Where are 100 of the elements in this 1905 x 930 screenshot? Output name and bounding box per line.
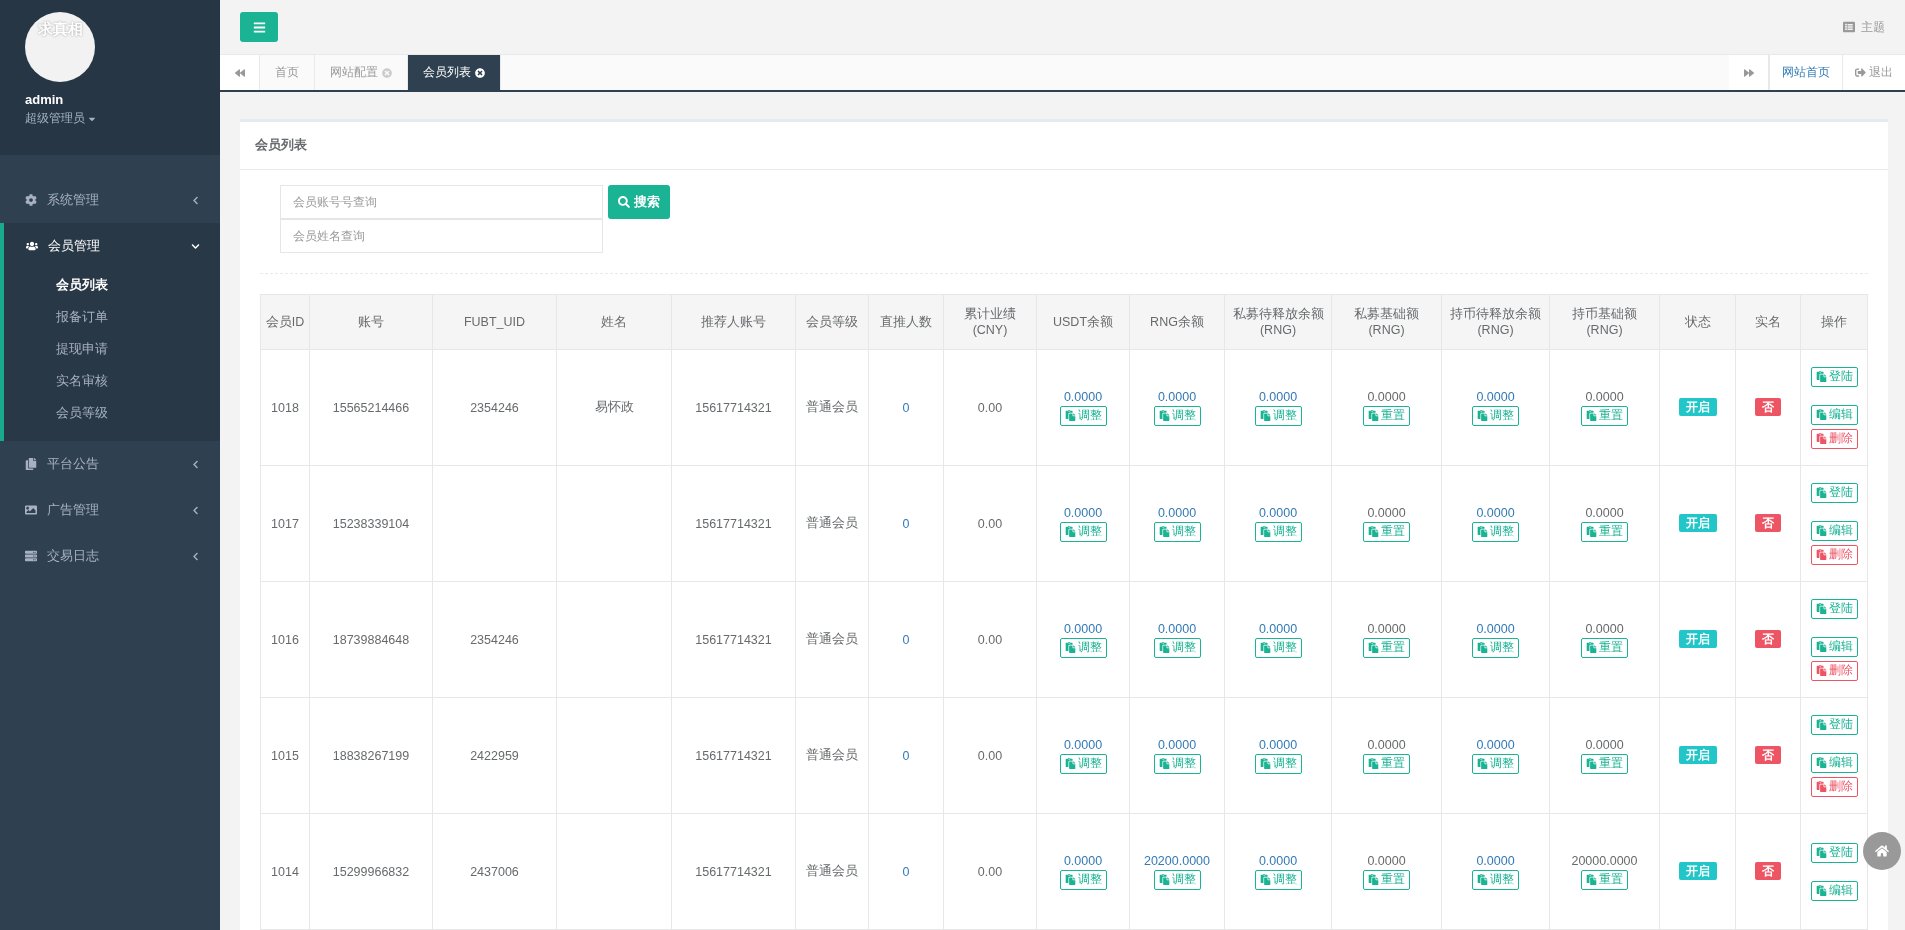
submenu-item[interactable]: 会员列表 <box>4 269 220 301</box>
paste-icon <box>1368 642 1379 653</box>
adjust-button[interactable]: 调整 <box>1059 405 1107 426</box>
balance-value: 0.0000 <box>1585 389 1624 404</box>
menu-item[interactable]: 会员管理 <box>4 223 220 269</box>
balance-value: 0.0000 <box>1367 621 1406 636</box>
reset-button[interactable]: 重置 <box>1581 637 1628 658</box>
realname-badge: 否 <box>1755 862 1781 880</box>
reset-button[interactable]: 重置 <box>1581 405 1628 426</box>
table-cell: 2354246 <box>432 581 557 698</box>
adjust-button[interactable]: 调整 <box>1472 521 1519 542</box>
submenu-item[interactable]: 报备订单 <box>4 301 220 333</box>
adjust-button[interactable]: 调整 <box>1153 637 1201 658</box>
table-cell: 1017 <box>260 465 310 582</box>
table-cell: 0.00 <box>943 465 1037 582</box>
paste-icon <box>1815 665 1827 676</box>
scroll-left-button[interactable] <box>220 55 260 90</box>
status-badge: 开启 <box>1678 514 1717 532</box>
submenu-item[interactable]: 提现申请 <box>4 333 220 365</box>
column-header: 会员ID <box>260 294 310 350</box>
adjust-button[interactable]: 调整 <box>1472 869 1519 890</box>
column-header: 私募基础额(RNG) <box>1331 294 1442 350</box>
menu-toggle-button[interactable] <box>240 12 278 42</box>
adjust-button[interactable]: 调整 <box>1153 405 1201 426</box>
adjust-button[interactable]: 调整 <box>1254 405 1302 426</box>
edit-button[interactable]: 编辑 <box>1810 636 1858 657</box>
adjust-button[interactable]: 调整 <box>1472 637 1519 658</box>
paste-icon <box>1815 371 1827 382</box>
login-button[interactable]: 登陆 <box>1810 842 1858 863</box>
adjust-button[interactable]: 调整 <box>1153 869 1201 890</box>
delete-button[interactable]: 删除 <box>1810 776 1858 797</box>
scroll-right-button[interactable] <box>1729 55 1769 90</box>
menu-item[interactable]: 系统管理 <box>0 177 220 223</box>
submenu-item[interactable]: 会员等级 <box>4 397 220 429</box>
menu-item[interactable]: 广告管理 <box>0 487 220 533</box>
theme-link[interactable]: 主题 <box>1843 18 1885 36</box>
reset-button[interactable]: 重置 <box>1581 869 1628 890</box>
table-cell: 15238339104 <box>309 465 433 582</box>
user-role[interactable]: 超级管理员 <box>25 110 97 127</box>
adjust-button[interactable]: 调整 <box>1153 753 1201 774</box>
adjust-button[interactable]: 调整 <box>1472 753 1519 774</box>
search-field[interactable]: 会员姓名查询 <box>280 219 603 253</box>
table-cell: 0.00 <box>943 581 1037 698</box>
realname-badge: 否 <box>1755 514 1781 532</box>
adjust-button[interactable]: 调整 <box>1254 521 1302 542</box>
search-button[interactable]: 搜索 <box>608 185 670 219</box>
reset-button[interactable]: 重置 <box>1363 869 1410 890</box>
adjust-button[interactable]: 调整 <box>1472 405 1519 426</box>
paste-icon <box>1259 758 1271 769</box>
menu-item[interactable]: 交易日志 <box>0 533 220 579</box>
balance-value: 0.0000 <box>1367 737 1406 752</box>
tab[interactable]: 首页 <box>260 55 315 90</box>
adjust-button[interactable]: 调整 <box>1059 521 1107 542</box>
reset-button[interactable]: 重置 <box>1581 521 1628 542</box>
search-field[interactable]: 会员账号号查询 <box>280 185 603 219</box>
adjust-button[interactable]: 调整 <box>1254 869 1302 890</box>
table-cell: 1015 <box>260 697 310 814</box>
login-button[interactable]: 登陆 <box>1810 482 1858 503</box>
home-button[interactable] <box>1863 832 1901 870</box>
column-header: 账号 <box>309 294 433 350</box>
balance-value: 0.0000 <box>1157 737 1197 752</box>
reset-button[interactable]: 重置 <box>1581 753 1628 774</box>
paste-icon <box>1815 433 1827 444</box>
balance-value: 0.0000 <box>1585 621 1624 636</box>
balance-value: 0.0000 <box>1157 621 1197 636</box>
balance-value: 0.0000 <box>1476 737 1515 752</box>
adjust-button[interactable]: 调整 <box>1059 869 1107 890</box>
paste-icon <box>1368 758 1379 769</box>
submenu-item[interactable]: 实名审核 <box>4 365 220 397</box>
balance-value: 20000.0000 <box>1571 853 1638 868</box>
reset-button[interactable]: 重置 <box>1363 637 1410 658</box>
edit-button[interactable]: 编辑 <box>1810 880 1858 901</box>
adjust-button[interactable]: 调整 <box>1153 521 1201 542</box>
logout-link[interactable]: 退出 <box>1842 55 1905 90</box>
edit-button[interactable]: 编辑 <box>1810 752 1858 773</box>
paste-icon <box>1477 758 1488 769</box>
paste-icon <box>1586 642 1597 653</box>
menu-item[interactable]: 平台公告 <box>0 441 220 487</box>
delete-button[interactable]: 删除 <box>1810 428 1858 449</box>
close-icon[interactable] <box>475 67 485 78</box>
adjust-button[interactable]: 调整 <box>1254 637 1302 658</box>
edit-button[interactable]: 编辑 <box>1810 404 1858 425</box>
login-button[interactable]: 登陆 <box>1810 598 1858 619</box>
site-home-link[interactable]: 网站首页 <box>1769 55 1842 90</box>
login-button[interactable]: 登陆 <box>1810 366 1858 387</box>
delete-button[interactable]: 删除 <box>1810 660 1858 681</box>
adjust-button[interactable]: 调整 <box>1254 753 1302 774</box>
table-cell: 15617714321 <box>671 349 796 466</box>
delete-button[interactable]: 删除 <box>1810 544 1858 565</box>
home-icon <box>1875 844 1889 858</box>
reset-button[interactable]: 重置 <box>1363 753 1410 774</box>
login-button[interactable]: 登陆 <box>1810 714 1858 735</box>
adjust-button[interactable]: 调整 <box>1059 753 1107 774</box>
tab[interactable]: 会员列表 <box>408 55 501 90</box>
paste-icon <box>1064 874 1076 885</box>
reset-button[interactable]: 重置 <box>1363 405 1410 426</box>
paste-icon <box>1815 641 1827 652</box>
reset-button[interactable]: 重置 <box>1363 521 1410 542</box>
adjust-button[interactable]: 调整 <box>1059 637 1107 658</box>
edit-button[interactable]: 编辑 <box>1810 520 1858 541</box>
